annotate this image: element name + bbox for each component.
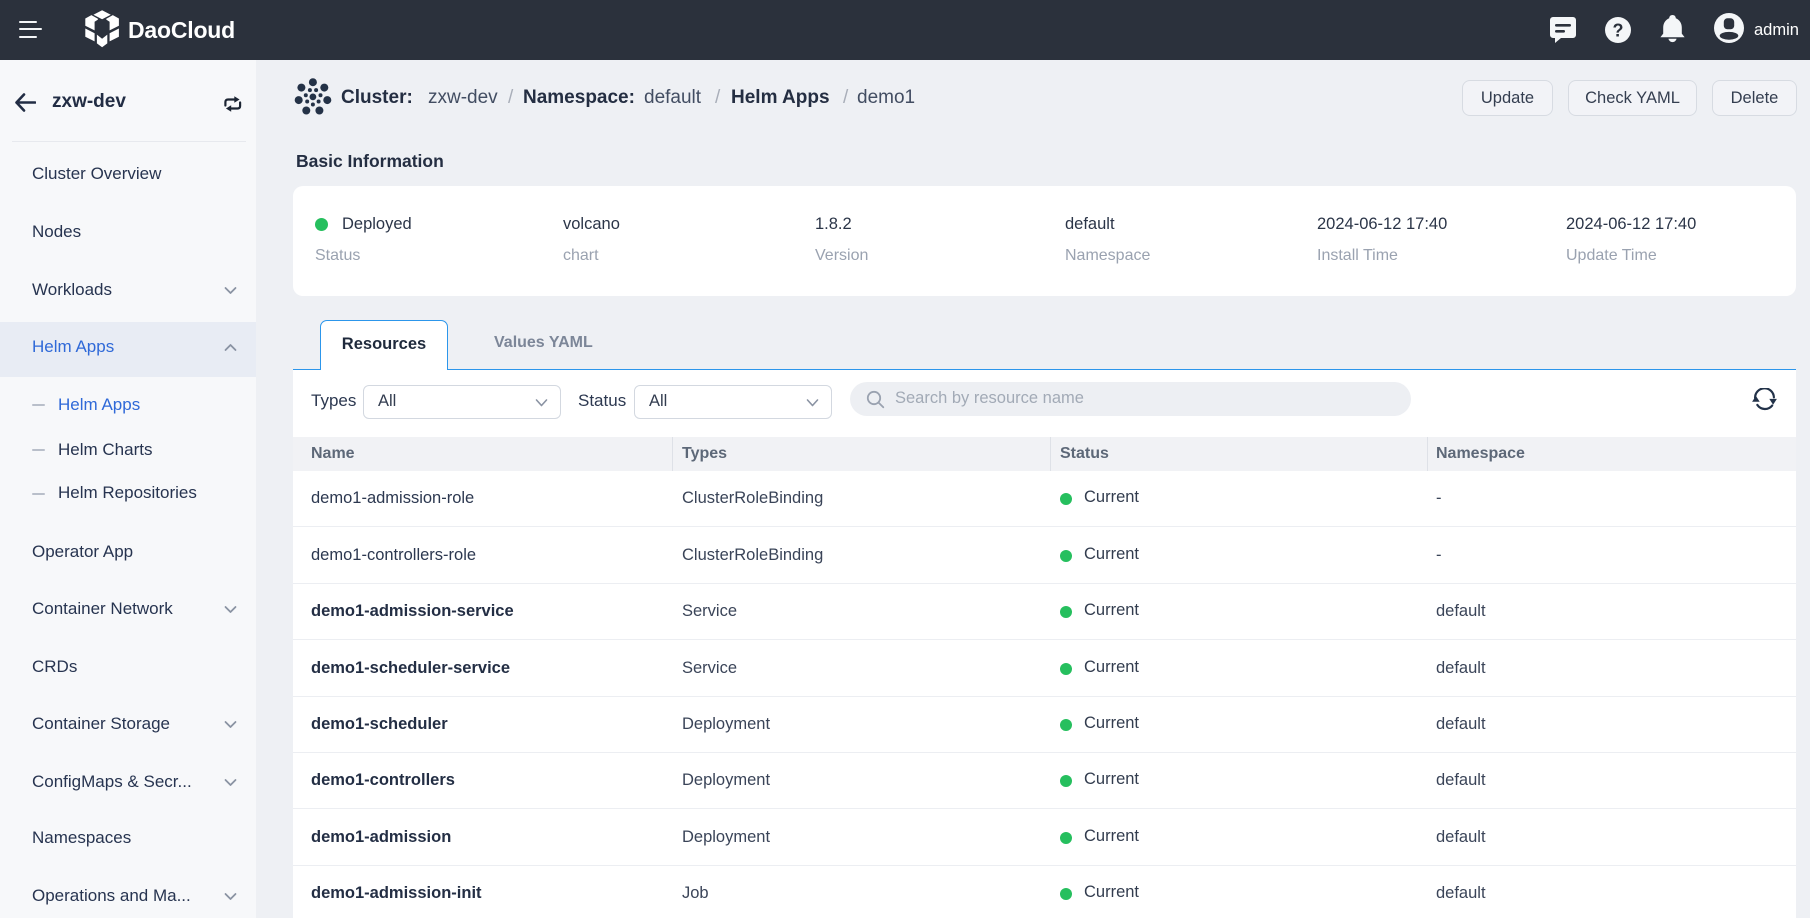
svg-text:?: ? — [1613, 21, 1624, 41]
